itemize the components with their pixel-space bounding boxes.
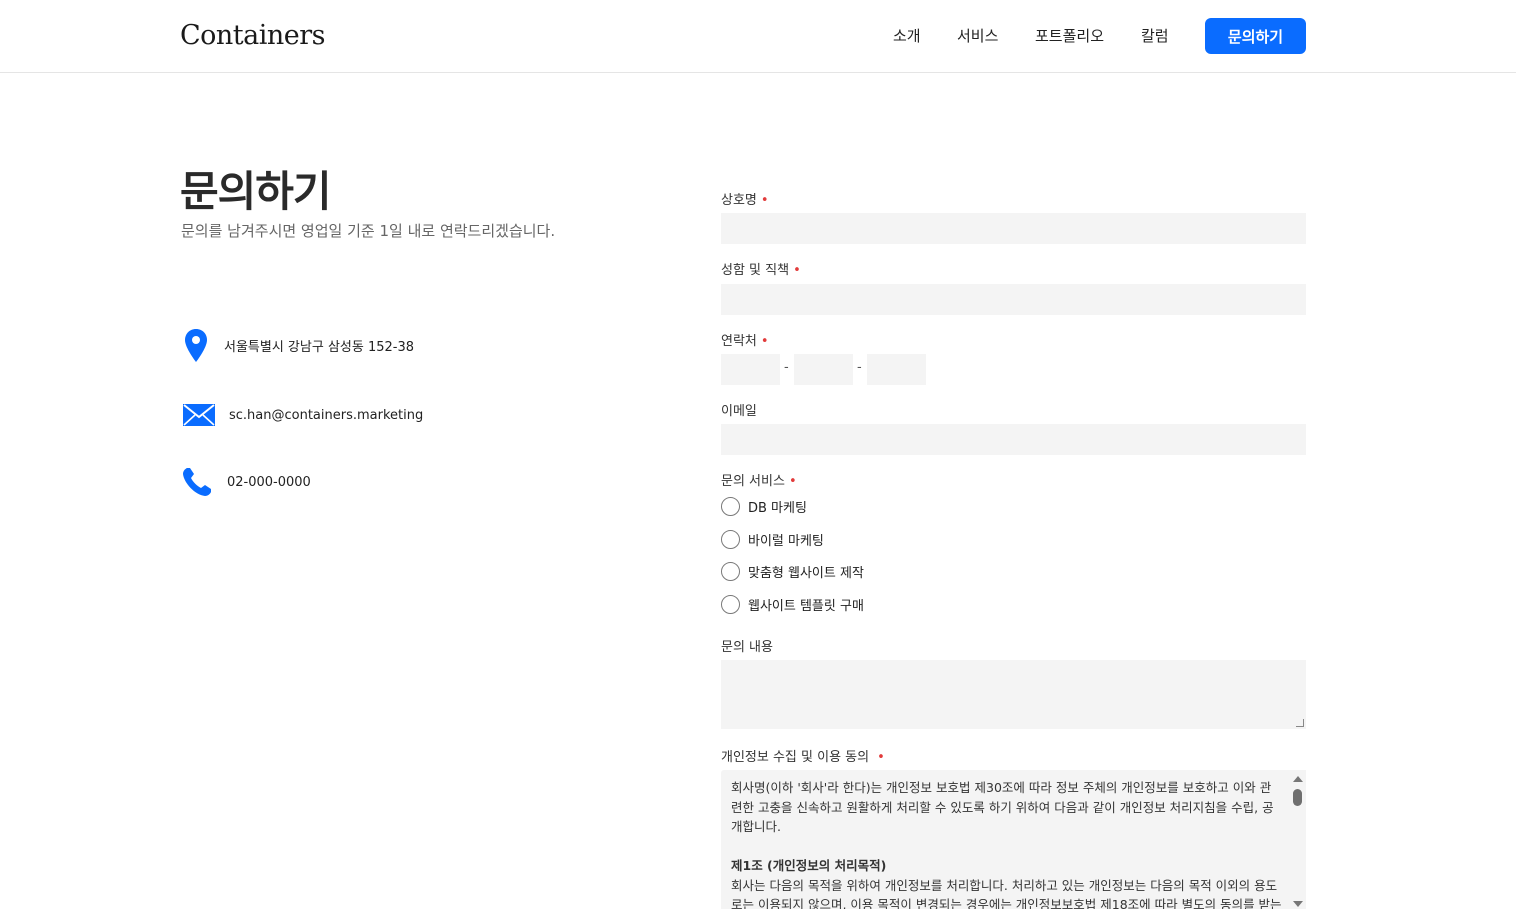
logo[interactable]: Containers <box>180 20 326 51</box>
resize-handle-icon[interactable] <box>1296 719 1304 727</box>
phone-icon <box>181 466 215 498</box>
privacy-label: 개인정보 수집 및 이용 동의 • <box>721 746 885 765</box>
required-mark: • <box>760 193 769 208</box>
privacy-label-text: 개인정보 수집 및 이용 동의 <box>721 750 870 765</box>
required-mark: • <box>877 750 885 765</box>
email-label: 이메일 <box>721 400 757 419</box>
required-mark: • <box>760 334 769 349</box>
nav-item-services[interactable]: 서비스 <box>957 25 998 46</box>
privacy-line: 회사는 다음의 목적을 위하여 개인정보를 처리합니다. 처리하고 있는 개인정… <box>731 877 1278 893</box>
message-label: 문의 내용 <box>721 636 773 655</box>
privacy-line: 개합니다. <box>731 819 781 834</box>
scroll-up-arrow-icon[interactable] <box>1293 776 1303 782</box>
email-row: sc.han@containers.marketing <box>181 403 423 427</box>
nav-item-about[interactable]: 소개 <box>893 25 921 46</box>
page-subtitle: 문의를 남겨주시면 영업일 기준 1일 내로 연락드리겠습니다. <box>181 222 556 240</box>
privacy-policy-box[interactable]: 회사명(이하 '회사'라 한다)는 개인정보 보호법 제30조에 따라 정보 주… <box>721 770 1306 909</box>
phone-row: 02-000-0000 <box>181 466 311 498</box>
email-field[interactable] <box>721 424 1306 455</box>
contact-label-text: 연락처 <box>721 334 757 349</box>
privacy-spacer <box>731 837 1287 857</box>
service-option-db-marketing[interactable]: DB 마케팅 <box>721 497 807 516</box>
company-label-text: 상호명 <box>721 193 757 208</box>
privacy-line: 련한 고충을 신속하고 원활하게 처리할 수 있도록 하기 위하여 다음과 같이… <box>731 799 1274 815</box>
envelope-icon <box>181 403 217 427</box>
phone-text: 02-000-0000 <box>227 474 311 490</box>
email-text: sc.han@containers.marketing <box>229 407 424 423</box>
name-title-field[interactable] <box>721 284 1306 315</box>
service-label-text: 문의 서비스 <box>721 474 785 489</box>
service-option-label: DB 마케팅 <box>748 501 807 516</box>
required-mark: • <box>788 474 797 489</box>
name-title-label-text: 성함 및 직책 <box>721 263 790 278</box>
service-label: 문의 서비스 • <box>721 470 797 489</box>
radio-button[interactable] <box>721 562 740 581</box>
contact-label: 연락처 • <box>721 330 769 349</box>
company-field[interactable] <box>721 213 1306 244</box>
service-option-label: 맞춤형 웹사이트 제작 <box>748 566 864 581</box>
service-option-label: 웹사이트 템플릿 구매 <box>748 599 864 614</box>
service-option-label: 바이럴 마케팅 <box>748 534 824 549</box>
privacy-section-heading: 제1조 (개인정보의 처리목적) <box>731 858 887 873</box>
phone-part1-field[interactable] <box>721 354 780 385</box>
nav-item-portfolio[interactable]: 포트폴리오 <box>1035 25 1104 46</box>
privacy-scrollbar[interactable] <box>1289 770 1306 909</box>
email-label-text: 이메일 <box>721 404 757 419</box>
privacy-line: 로는 이용되지 않으며, 이용 목적이 변경되는 경우에는 개인정보보호법 제1… <box>731 897 1282 909</box>
address-row: 서울특별시 강남구 삼성동 152-38 <box>181 328 414 363</box>
location-pin-icon <box>181 328 211 363</box>
radio-button[interactable] <box>721 497 740 516</box>
nav-item-column[interactable]: 칼럼 <box>1141 25 1169 46</box>
page-title: 문의하기 <box>180 167 332 216</box>
contact-cta-button[interactable]: 문의하기 <box>1205 18 1306 54</box>
scrollbar-thumb[interactable] <box>1293 789 1302 806</box>
phone-separator: - <box>857 360 862 375</box>
radio-button[interactable] <box>721 530 740 549</box>
address-text: 서울특별시 강남구 삼성동 152-38 <box>224 340 415 355</box>
name-title-label: 성함 및 직책 • <box>721 259 801 278</box>
phone-part3-field[interactable] <box>867 354 926 385</box>
service-option-custom-website[interactable]: 맞춤형 웹사이트 제작 <box>721 562 864 581</box>
privacy-policy-text: 회사명(이하 '회사'라 한다)는 개인정보 보호법 제30조에 따라 정보 주… <box>731 778 1287 909</box>
phone-part2-field[interactable] <box>794 354 853 385</box>
service-option-website-template[interactable]: 웹사이트 템플릿 구매 <box>721 595 864 614</box>
required-mark: • <box>793 263 801 278</box>
privacy-line: 회사명(이하 '회사'라 한다)는 개인정보 보호법 제30조에 따라 정보 주… <box>731 780 1272 795</box>
message-label-text: 문의 내용 <box>721 640 773 655</box>
message-textarea[interactable] <box>721 660 1306 729</box>
service-option-viral-marketing[interactable]: 바이럴 마케팅 <box>721 530 824 549</box>
phone-separator: - <box>784 360 789 375</box>
company-label: 상호명 • <box>721 189 769 208</box>
radio-button[interactable] <box>721 595 740 614</box>
scroll-down-arrow-icon[interactable] <box>1293 901 1303 907</box>
site-header: Containers 소개 서비스 포트폴리오 칼럼 문의하기 <box>0 0 1516 73</box>
